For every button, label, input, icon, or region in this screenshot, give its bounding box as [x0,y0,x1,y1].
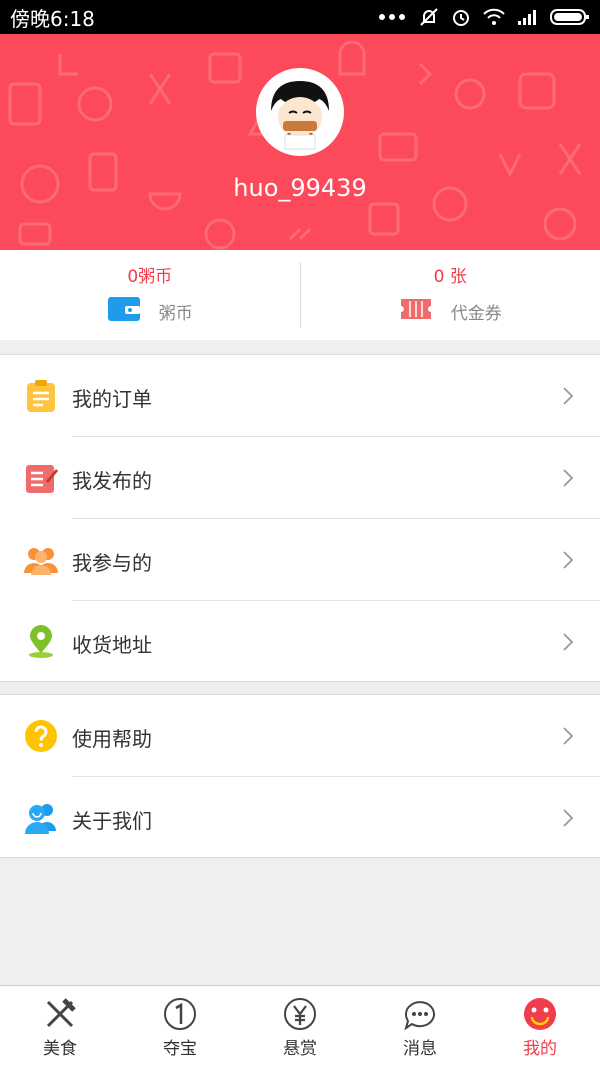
tab-food[interactable]: 美食 [0,986,120,1067]
profile-header: huo_99439 [0,34,600,250]
chevron-right-icon [563,809,574,827]
wallet-icon [107,295,141,328]
chevron-right-icon [563,727,574,745]
yen-icon [284,998,316,1030]
tab-label: 美食 [43,1039,77,1059]
menu-item-label: 我发布的 [72,469,152,493]
wifi-icon [482,7,506,27]
chat-bubble-icon [404,1001,435,1031]
battery-icon [550,7,590,27]
signal-dots-icon [378,12,408,22]
edit-note-icon [24,461,58,495]
username: huo_99439 [233,174,367,202]
cell-signal-icon [516,7,540,27]
vouchers-value: 0 张 [433,267,467,287]
ticket-icon [399,295,433,328]
avatar[interactable] [256,68,344,156]
fork-knife-icon [46,998,76,1028]
menu-item-address[interactable]: 收货地址 [0,601,600,683]
status-time: 傍晚6:18 [10,6,95,31]
vouchers-cell[interactable]: 0 张 代金券 [301,250,600,340]
help-icon [24,719,58,753]
menu-item-label: 我的订单 [72,387,152,411]
status-bar: 傍晚6:18 [0,0,600,34]
tab-reward[interactable]: 悬赏 [240,986,360,1067]
menu-group-primary: 我的订单 我发布的 我参与的 收货地址 [0,354,600,682]
bottom-tab-bar: 美食 夺宝 悬赏 消息 我的 [0,985,600,1067]
tab-label: 悬赏 [283,1039,317,1059]
menu-item-label: 收货地址 [72,633,152,657]
silent-bell-icon [418,6,440,28]
menu-item-help[interactable]: 使用帮助 [0,695,600,777]
menu-item-about[interactable]: 关于我们 [0,777,600,859]
order-clipboard-icon [24,379,58,413]
avatar-image [259,71,341,153]
alarm-clock-icon [450,6,472,28]
number-one-icon [164,998,196,1030]
chevron-right-icon [563,387,574,405]
coins-value: 0粥币 [127,267,173,287]
chevron-right-icon [563,469,574,487]
people-icon [24,543,58,577]
menu-item-participated[interactable]: 我参与的 [0,519,600,601]
tab-label: 夺宝 [163,1039,197,1059]
contact-icon [24,801,58,835]
smiley-icon [524,998,556,1030]
chevron-right-icon [563,551,574,569]
menu-item-label: 关于我们 [72,809,152,833]
tab-treasure[interactable]: 夺宝 [120,986,240,1067]
tab-me[interactable]: 我的 [480,986,600,1067]
menu-item-orders[interactable]: 我的订单 [0,355,600,437]
menu-item-published[interactable]: 我发布的 [0,437,600,519]
menu-group-secondary: 使用帮助 关于我们 [0,694,600,858]
chevron-right-icon [563,633,574,651]
menu-item-label: 使用帮助 [72,727,152,751]
coins-cell[interactable]: 0粥币 粥币 [0,250,300,340]
status-icons [378,6,590,28]
tab-label: 消息 [403,1039,437,1059]
tab-messages[interactable]: 消息 [360,986,480,1067]
tab-label: 我的 [523,1039,557,1059]
wallet-summary: 0粥币 粥币 0 张 代金券 [0,250,600,340]
coins-label: 粥币 [158,304,193,324]
location-pin-icon [24,625,58,659]
vouchers-label: 代金券 [450,304,502,324]
menu-item-label: 我参与的 [72,551,152,575]
